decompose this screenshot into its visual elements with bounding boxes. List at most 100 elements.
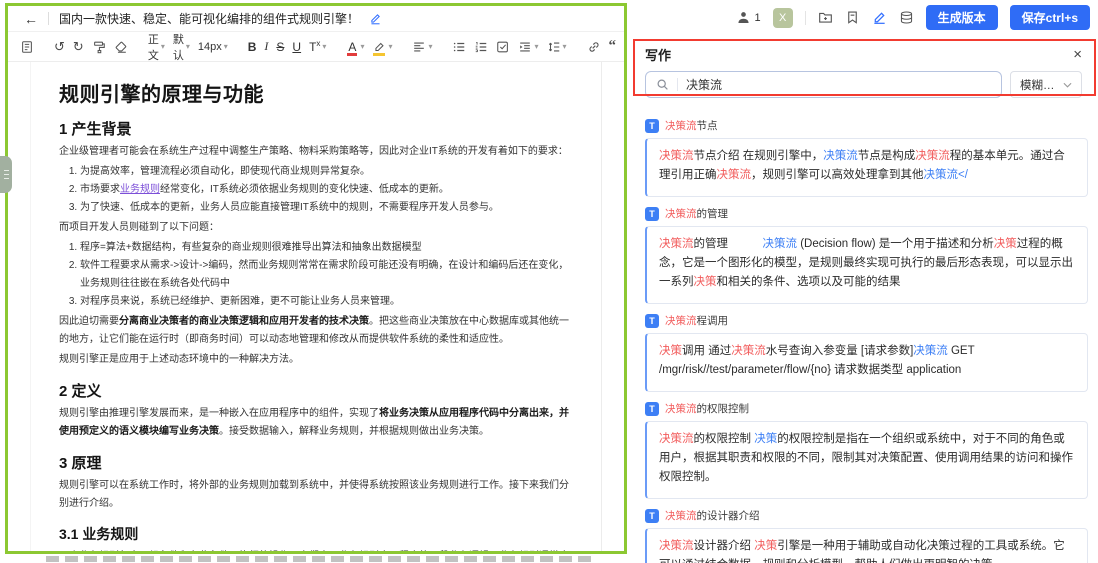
font-color-button[interactable]: A ▾ (346, 40, 364, 54)
result-title-row: T 决策流的管理 (645, 206, 1088, 221)
chevron-down-icon: ▾ (563, 43, 567, 51)
text-doc-icon: T (645, 314, 659, 328)
generate-version-button[interactable]: 生成版本 (926, 5, 998, 30)
redo-icon[interactable]: ↻ (73, 39, 84, 55)
checklist-button[interactable] (496, 40, 510, 54)
sidebar-collapse-handle[interactable] (0, 156, 12, 193)
indent-button[interactable]: ▾ (518, 40, 538, 54)
result-title-row: T 决策流的权限控制 (645, 401, 1088, 416)
result-title-row: T 决策流的设计器介绍 (645, 508, 1088, 523)
align-button[interactable]: ▾ (412, 40, 432, 54)
doc-list-item: 为了快速、低成本的更新，业务人员应能直接管理IT系统中的规则，不需要程序开发人员… (80, 199, 577, 217)
chevron-down-icon: ▾ (428, 43, 432, 51)
search-input[interactable] (686, 78, 991, 92)
chevron-down-icon: ▾ (360, 43, 364, 51)
paragraph-style-select[interactable]: 正文▾ (148, 31, 165, 63)
doc-list-item: 对程序员来说，系统已经维护、更新困难，更不可能让业务人员来管理。 (80, 293, 577, 311)
clipped-text-line (46, 556, 594, 562)
doc-paragraph: 企业级管理者可能会在系统生产过程中调整生产策略、物料采购策略等，因此对企业IT系… (59, 143, 577, 161)
chevron-down-icon: ▾ (534, 43, 538, 51)
doc-section-heading: 2 定义 (59, 380, 577, 401)
person-icon (736, 10, 751, 25)
writer-panel-title: 写作 (645, 45, 671, 64)
chevron-down-icon: ▾ (161, 43, 165, 51)
doc-section-heading: 3 原理 (59, 452, 577, 473)
doc-list-item: 软件工程要求从需求->设计->编码，然而业务规则常常在需求阶段可能还没有明确，在… (80, 257, 577, 293)
chevron-down-icon: ▾ (322, 43, 326, 51)
result-card[interactable]: 决策流的权限控制 决策的权限控制是指在一个组织或系统中，对于不同的角色或用户，根… (645, 421, 1088, 499)
writer-header: 写作 × 模糊… (635, 40, 1094, 107)
chevron-down-icon: ▾ (388, 43, 392, 51)
search-box[interactable] (645, 71, 1002, 98)
line-height-button[interactable]: ▾ (547, 40, 567, 54)
collaborator-count: 1 (755, 12, 761, 24)
text-doc-icon: T (645, 509, 659, 523)
collaborators-indicator[interactable]: 1 (736, 10, 761, 25)
result-card[interactable]: 决策流节点介绍 在规则引擎中，决策流节点是构成决策流程的基本单元。通过合理引用正… (645, 138, 1088, 197)
link-icon[interactable] (587, 40, 601, 54)
bold-button[interactable]: B (248, 40, 257, 54)
document-titlebar: ← 国内一款快速、稳定、能可视化编排的组件式规则引擎！ (8, 6, 624, 31)
doc-ordered-list: 程序=算法+数据结构，有些复杂的商业规则很难推导出算法和抽象出数据模型 软件工程… (59, 239, 577, 311)
search-results-list: T 决策流节点 决策流节点介绍 在规则引擎中，决策流节点是构成决策流程的基本单元… (635, 107, 1094, 563)
document-editor-pane: ← 国内一款快速、稳定、能可视化编排的组件式规则引擎！ ↺ ↻ 正文▾ 默认▾ … (8, 6, 624, 551)
result-title: 决策流节点 (665, 118, 718, 133)
match-mode-dropdown[interactable]: 模糊… (1010, 71, 1082, 98)
doc-paragraph: 规则引擎可以在系统工作时，将外部的业务规则加载到系统中，并使得系统按照该业务规则… (59, 477, 577, 513)
result-title: 决策流的权限控制 (665, 401, 749, 416)
template-doc-icon[interactable] (20, 40, 34, 54)
doc-paragraph: 一个业务规则包含一组条件和在此条件下执行的操作，它们表示业务规则应用程序的一段业… (59, 548, 577, 551)
result-card[interactable]: 决策流的管理 决策流 (Decision flow) 是一个用于描述和分析决策过… (645, 226, 1088, 304)
document-title: 国内一款快速、稳定、能可视化编排的组件式规则引擎！ (59, 10, 359, 27)
doc-paragraph: 而项目开发人员则碰到了以下问题： (59, 219, 577, 237)
doc-paragraph: 规则引擎由推理引擎发展而来，是一种嵌入在应用程序中的组件，实现了将业务决策从应用… (59, 405, 577, 441)
doc-paragraph: 因此迫切需要分离商业决策者的商业决策逻辑和应用开发者的技术决策。把这些商业决策放… (59, 313, 577, 349)
window-topbar: 1 X 生成版本 保存ctrl+s (736, 5, 1091, 30)
doc-subsection-heading: 3.1 业务规则 (59, 524, 577, 544)
undo-icon[interactable]: ↺ (54, 39, 65, 55)
doc-list-item: 程序=算法+数据结构，有些复杂的商业规则很难推导出算法和抽象出数据模型 (80, 239, 577, 257)
document-body[interactable]: 规则引擎的原理与功能 1 产生背景 企业级管理者可能会在系统生产过程中调整生产策… (8, 62, 624, 551)
edit-title-icon[interactable] (369, 12, 382, 25)
writer-panel: 写作 × 模糊… T 决策流节点 决策流节点介绍 在规则引擎中，决策流节点是构成… (635, 40, 1094, 563)
doc-list-item: 为提高效率，管理流程必须自动化，即使现代商业规则异常复杂。 (80, 163, 577, 181)
close-icon[interactable]: × (1073, 47, 1082, 62)
doc-ordered-list: 为提高效率，管理流程必须自动化，即使现代商业规则异常复杂。 市场要求业务规则经常… (59, 163, 577, 217)
doc-list-item: 市场要求业务规则经常变化，IT系统必须依据业务规则的变化快速、低成本的更新。 (80, 181, 577, 199)
result-title: 决策流程调用 (665, 313, 728, 328)
new-folder-icon[interactable] (818, 10, 833, 25)
result-card[interactable]: 决策调用 通过决策流水号查询入参变量 [请求参数]决策流 GET /mgr/ri… (645, 333, 1088, 392)
underline-button[interactable]: U (292, 40, 301, 54)
back-icon[interactable]: ← (24, 11, 38, 27)
match-mode-label: 模糊… (1020, 77, 1055, 93)
save-button[interactable]: 保存ctrl+s (1010, 5, 1090, 30)
layers-icon[interactable] (899, 10, 914, 25)
format-painter-icon[interactable] (92, 40, 106, 54)
bullet-list-button[interactable] (452, 40, 466, 54)
strikethrough-button[interactable]: S (276, 40, 284, 54)
font-family-select[interactable]: 默认▾ (173, 31, 190, 63)
chevron-down-icon (1063, 82, 1072, 88)
doc-heading-1: 规则引擎的原理与功能 (59, 78, 577, 107)
text-doc-icon: T (645, 207, 659, 221)
document-page: 规则引擎的原理与功能 1 产生背景 企业级管理者可能会在系统生产过程中调整生产策… (30, 62, 602, 551)
eraser-icon[interactable] (114, 40, 128, 54)
highlight-color-button[interactable]: ▾ (372, 40, 392, 54)
result-title-row: T 决策流程调用 (645, 313, 1088, 328)
signature-icon[interactable] (872, 10, 887, 25)
search-icon (656, 78, 669, 91)
blockquote-icon[interactable]: “ (609, 38, 617, 55)
result-title-row: T 决策流节点 (645, 118, 1088, 133)
chevron-down-icon: ▾ (224, 43, 228, 51)
doc-paragraph: 规则引擎正是应用于上述动态环境中的一种解决方法。 (59, 351, 577, 369)
bookmark-icon[interactable] (845, 10, 860, 25)
result-card[interactable]: 决策流设计器介绍 决策引擎是一种用于辅助或自动化决策过程的工具或系统。它可以通过… (645, 528, 1088, 563)
font-size-select[interactable]: 14px▾ (198, 41, 228, 53)
avatar[interactable]: X (773, 8, 793, 28)
titlebar-divider (48, 12, 49, 25)
result-title: 决策流的设计器介绍 (665, 508, 760, 523)
italic-button[interactable]: I (264, 39, 268, 54)
ordered-list-button[interactable] (474, 40, 488, 54)
chevron-down-icon: ▾ (186, 43, 190, 51)
superscript-button[interactable]: Tx ▾ (309, 39, 326, 54)
